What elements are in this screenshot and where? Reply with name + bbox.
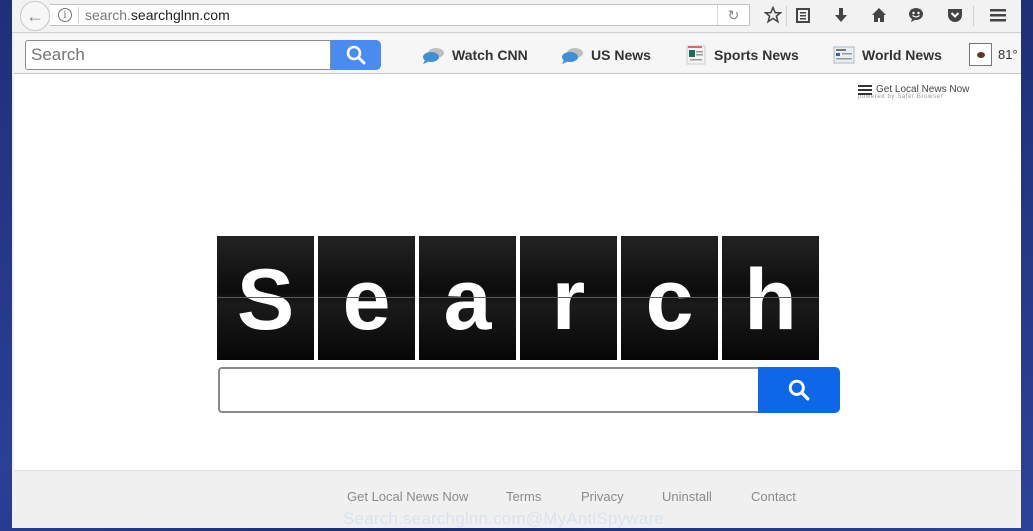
logo-tile: c [621, 236, 718, 360]
logo-tile: r [520, 236, 617, 360]
nav-world-news[interactable]: World News [832, 44, 942, 66]
list-icon [858, 84, 872, 95]
back-button[interactable]: ← [20, 1, 50, 31]
page-content: Watch CNN US News Sports News World News… [14, 34, 1021, 528]
url-separator [78, 7, 79, 23]
menu-icon[interactable] [987, 4, 1009, 26]
navigation-toolbar: ← i search.searchglnn.com ↻ [12, 0, 1021, 33]
header-search-input[interactable] [25, 40, 331, 70]
newspaper-icon [686, 45, 706, 65]
reading-list-icon[interactable] [792, 4, 814, 26]
download-icon[interactable] [830, 4, 852, 26]
weather-widget[interactable]: 81° [969, 43, 1018, 66]
reload-button[interactable]: ↻ [717, 5, 749, 25]
footer-link-contact[interactable]: Contact [751, 489, 796, 504]
nav-sports-news[interactable]: Sports News [684, 44, 799, 66]
site-header: Watch CNN US News Sports News World News… [14, 34, 1021, 74]
nav-watch-cnn[interactable]: Watch CNN [422, 44, 528, 66]
search-icon [346, 45, 366, 65]
chat-icon[interactable] [905, 4, 927, 26]
bookmark-star-icon[interactable] [762, 4, 784, 26]
weather-icon [969, 43, 992, 66]
footer-link-local-news[interactable]: Get Local News Now [347, 489, 468, 504]
logo-tile: a [419, 236, 516, 360]
url-bar[interactable]: i search.searchglnn.com ↻ [50, 4, 750, 26]
watermark: Search.searchglnn.com@MyAntiSpyware [343, 509, 664, 528]
main-search-button[interactable] [758, 367, 840, 413]
nav-us-news[interactable]: US News [561, 44, 651, 66]
url-text[interactable]: search.searchglnn.com [85, 7, 230, 23]
footer-link-terms[interactable]: Terms [506, 489, 541, 504]
chat-bubbles-icon [423, 48, 444, 64]
main-search-input[interactable] [218, 367, 759, 413]
logo-tile: S [217, 236, 314, 360]
toolbar-separator [786, 6, 787, 26]
logo-tile: e [318, 236, 415, 360]
search-icon [788, 379, 810, 401]
reload-icon: ↻ [727, 6, 740, 23]
footer-link-uninstall[interactable]: Uninstall [662, 489, 712, 504]
search-logo: S e a r c h [217, 236, 819, 360]
toolbar-separator [973, 6, 974, 26]
weather-temperature: 81° [998, 47, 1018, 62]
news-icon [833, 46, 855, 64]
back-icon: ← [26, 5, 44, 26]
get-local-news-widget[interactable]: Get Local News Now powered by Safer Brow… [858, 84, 969, 100]
footer-link-privacy[interactable]: Privacy [581, 489, 624, 504]
home-icon[interactable] [868, 4, 890, 26]
chat-bubbles-icon [562, 48, 583, 64]
pocket-icon[interactable] [944, 4, 966, 26]
logo-tile: h [722, 236, 819, 360]
browser-window: ← i search.searchglnn.com ↻ Search Watch… [12, 0, 1021, 528]
header-search-button[interactable] [331, 40, 381, 70]
info-icon[interactable]: i [58, 8, 72, 22]
